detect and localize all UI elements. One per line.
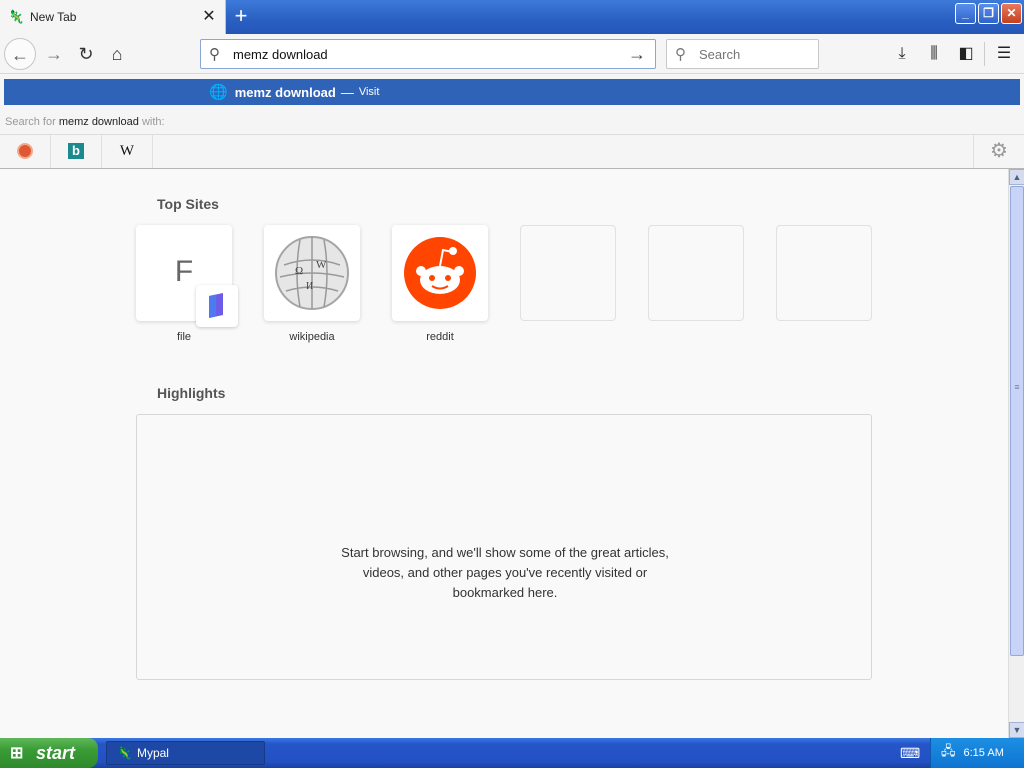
autocomplete-dash: —: [340, 84, 354, 100]
start-button[interactable]: ⊞ start: [0, 738, 98, 768]
search-for-suffix: with:: [138, 116, 165, 128]
top-site-empty[interactable]: [648, 225, 744, 321]
toolbar-divider: [984, 42, 985, 66]
minimize-button[interactable]: _: [955, 3, 976, 24]
clock[interactable]: 6:15 AM: [964, 747, 1004, 759]
duckduckgo-icon: [17, 143, 33, 159]
forward-arrow-icon[interactable]: →: [38, 38, 70, 70]
home-icon[interactable]: ⌂: [101, 38, 133, 70]
browser-tab-icon: 🦎: [8, 9, 25, 24]
scroll-down-icon[interactable]: ▼: [1009, 722, 1024, 738]
highlights-empty-message: Start browsing, and we'll show some of t…: [137, 543, 873, 603]
autocomplete-action: Visit: [358, 86, 380, 98]
top-site-label: reddit: [426, 331, 454, 343]
autocomplete-selected-row[interactable]: 🌐 memz download — Visit: [4, 79, 1020, 105]
top-site-reddit[interactable]: [392, 225, 488, 321]
tile-letter: F: [174, 255, 194, 288]
highlights-empty-line: videos, and other pages you've recently …: [362, 565, 648, 580]
wikipedia-globe-icon: Ω W И: [275, 236, 349, 310]
search-input[interactable]: [699, 46, 810, 62]
sidebar-icon[interactable]: ◧: [954, 42, 978, 66]
scroll-up-icon[interactable]: ▲: [1009, 169, 1024, 185]
highlights-empty-line: bookmarked here.: [452, 585, 558, 600]
tab-title: New Tab: [30, 10, 77, 24]
svg-text:И: И: [306, 281, 313, 292]
plus-icon[interactable]: +: [230, 5, 252, 27]
window-close-button[interactable]: ✕: [1001, 3, 1022, 24]
svg-text:W: W: [316, 259, 327, 271]
start-label: start: [36, 742, 76, 763]
bing-icon: b: [68, 143, 84, 159]
wikipedia-icon: W: [119, 142, 135, 159]
engine-wikipedia[interactable]: W: [102, 134, 153, 168]
reload-icon[interactable]: ↻: [70, 38, 102, 70]
top-site-empty[interactable]: [520, 225, 616, 321]
search-for-prefix: Search for: [5, 116, 59, 128]
one-off-search-engines: b W ⚙: [0, 134, 1024, 168]
scrollbar-thumb[interactable]: ≡: [1010, 186, 1024, 656]
keyboard-icon[interactable]: ⌨: [900, 745, 920, 762]
close-icon[interactable]: ✕: [201, 9, 217, 25]
search-icon: ⚲: [209, 46, 220, 63]
top-site-file[interactable]: F: [136, 225, 238, 327]
highlights-title: Highlights: [157, 385, 226, 401]
windows-flag-icon: ⊞: [10, 745, 24, 762]
library-icon[interactable]: ⫼: [922, 42, 946, 66]
top-site-label: file: [176, 331, 192, 343]
task-label: Mypal: [136, 746, 169, 760]
highlights-panel: Start browsing, and we'll show some of t…: [136, 414, 872, 680]
system-tray: 🖧 6:15 AM: [930, 738, 1024, 768]
search-icon: ⚲: [675, 46, 686, 63]
top-site-wikipedia[interactable]: Ω W И: [264, 225, 360, 321]
vertical-scrollbar[interactable]: ▲ ≡ ▼: [1008, 169, 1024, 738]
menu-icon[interactable]: ☰: [992, 42, 1016, 66]
search-for-label: Search for memz download with:: [5, 116, 165, 128]
engine-bing[interactable]: b: [51, 134, 102, 168]
mypal-icon: 🦎: [117, 746, 132, 760]
go-arrow-icon[interactable]: →: [627, 44, 647, 65]
back-arrow-icon[interactable]: ←: [4, 38, 36, 70]
restore-button[interactable]: ❐: [978, 3, 999, 24]
url-autocomplete-popup: 🌐 memz download — Visit Search for memz …: [0, 75, 1024, 169]
top-site-empty[interactable]: [776, 225, 872, 321]
taskbar-item-mypal[interactable]: 🦎 Mypal: [106, 741, 265, 765]
reddit-icon: [404, 237, 476, 309]
download-icon[interactable]: ⤓: [890, 42, 914, 66]
navigation-bar: ← → ↻ ⌂ ⚲ → ⚲ ⤓ ⫼ ◧ ☰: [0, 34, 1024, 74]
highlights-empty-line: Start browsing, and we'll show some of t…: [341, 545, 669, 560]
url-bar[interactable]: ⚲ →: [200, 39, 656, 69]
search-bar[interactable]: ⚲: [666, 39, 819, 69]
file-badge-icon: [196, 285, 238, 327]
gear-icon[interactable]: ⚙: [973, 135, 1024, 168]
network-icon[interactable]: 🖧: [941, 742, 956, 764]
top-site-label: wikipedia: [289, 331, 335, 343]
svg-text:Ω: Ω: [295, 265, 303, 277]
autocomplete-title: memz download: [234, 84, 336, 100]
taskbar: ⊞ start 🦎 Mypal ⌨ 🖧 6:15 AM: [0, 738, 1024, 768]
globe-icon: 🌐: [209, 84, 228, 101]
url-input[interactable]: [233, 46, 627, 62]
new-tab-page: Top Sites F file Ω W И wikipedia reddit …: [0, 169, 1008, 738]
tab-strip: 🦎 New Tab ✕ + _ ❐ ✕: [0, 0, 1024, 34]
tab-new-tab[interactable]: 🦎 New Tab ✕: [0, 0, 226, 34]
window-controls: _ ❐ ✕: [955, 3, 1022, 24]
search-for-query: memz download: [58, 116, 139, 128]
top-sites-title: Top Sites: [157, 196, 219, 212]
engine-duckduckgo[interactable]: [0, 134, 51, 168]
